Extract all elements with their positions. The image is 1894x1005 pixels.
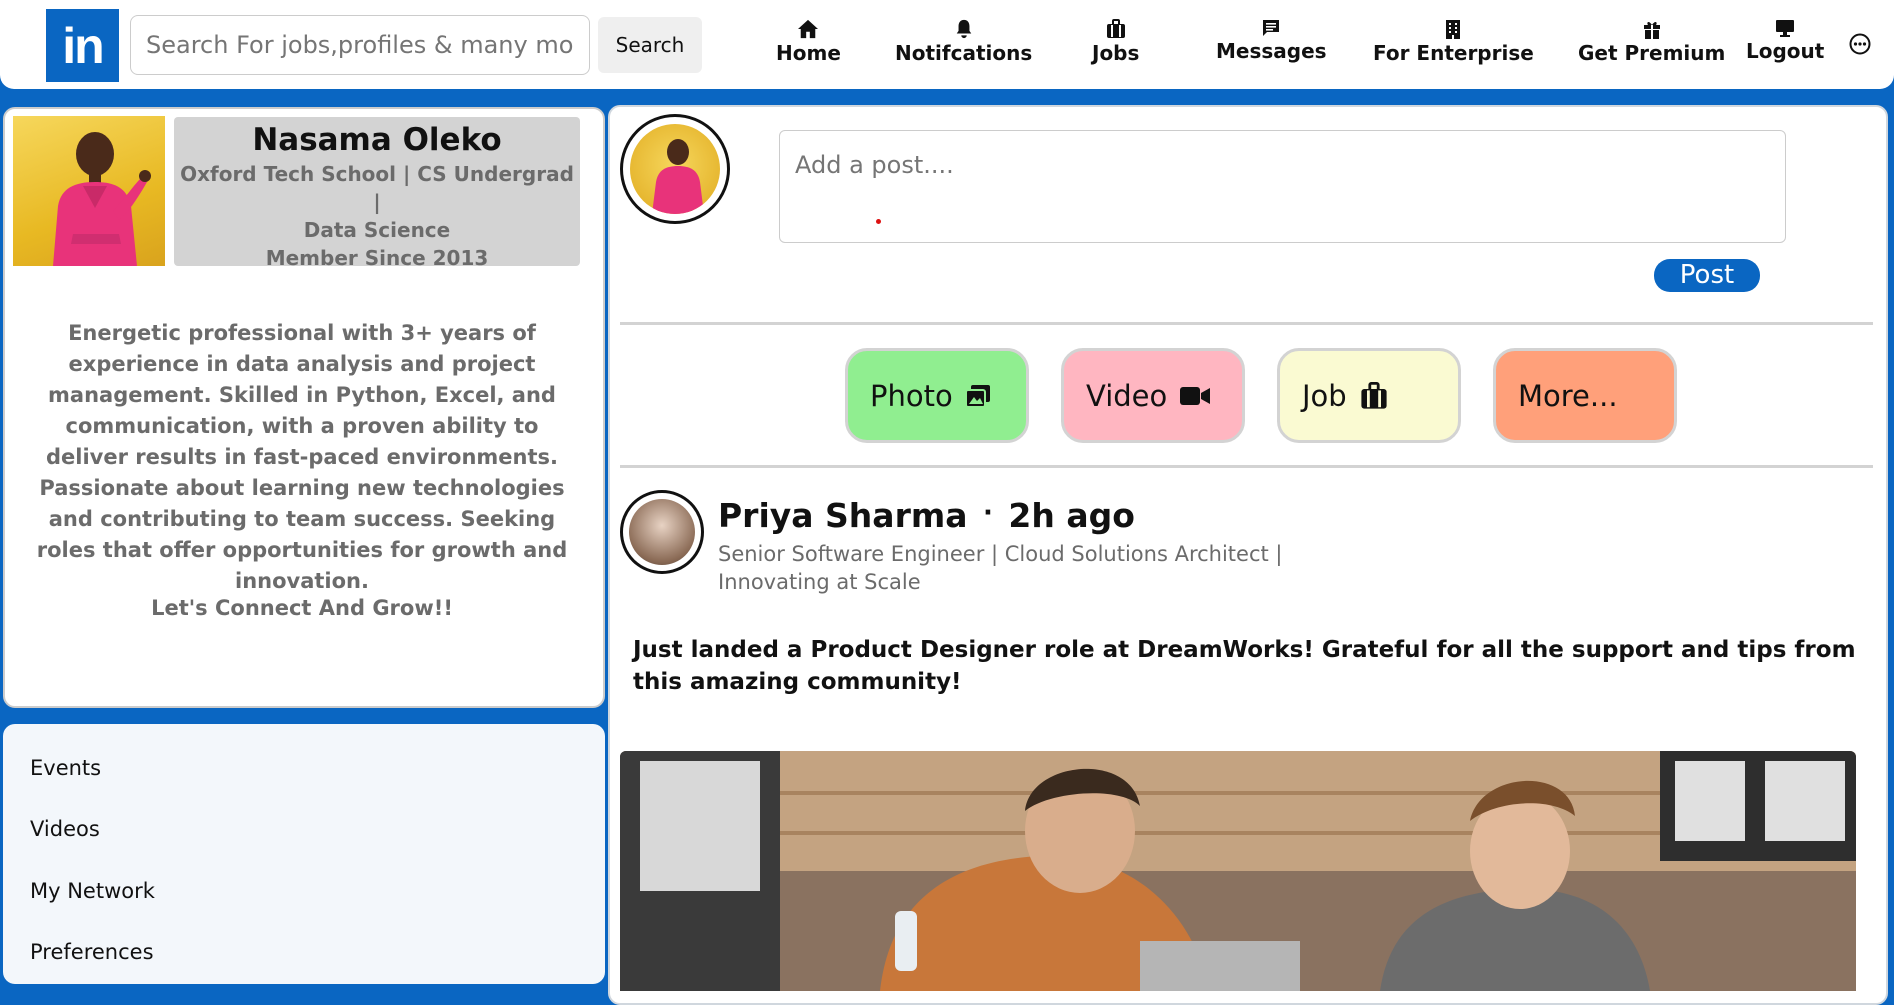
profile-photo[interactable] bbox=[13, 116, 165, 266]
profile-info-box: Nasama Oleko Oxford Tech School | CS Und… bbox=[174, 117, 580, 270]
post-text: Just landed a Product Designer role at D… bbox=[633, 637, 1856, 695]
post-author-name[interactable]: Priya Sharma bbox=[718, 496, 968, 535]
nav-jobs[interactable]: Jobs bbox=[1092, 19, 1139, 65]
nav-notifications-label: Notifcations bbox=[895, 41, 1033, 65]
top-navigation-bar: in Search Home Notifcations Jobs Message… bbox=[0, 0, 1894, 89]
nav-logout[interactable]: Logout bbox=[1746, 19, 1824, 63]
side-menu: Events Videos My Network Preferences bbox=[3, 724, 605, 984]
cursor-indicator bbox=[876, 219, 881, 224]
profile-bio-cta: Let's Connect And Grow!! bbox=[151, 596, 453, 620]
post-button[interactable]: Post bbox=[1654, 259, 1760, 292]
job-button-label: Job bbox=[1302, 378, 1347, 413]
divider-bottom bbox=[620, 465, 1873, 468]
more-button-label: More... bbox=[1518, 378, 1618, 413]
composer-avatar[interactable] bbox=[620, 114, 730, 224]
post-separator: · bbox=[983, 498, 993, 528]
nav-get-premium[interactable]: Get Premium bbox=[1578, 19, 1725, 65]
more-button[interactable]: More... bbox=[1493, 348, 1677, 443]
monitor-icon bbox=[1776, 20, 1795, 37]
post-time: 2h ago bbox=[1008, 496, 1135, 535]
nav-home-label: Home bbox=[776, 41, 841, 65]
home-icon bbox=[798, 19, 819, 39]
nav-for-enterprise[interactable]: For Enterprise bbox=[1373, 19, 1534, 65]
composer-avatar-illustration bbox=[652, 139, 704, 214]
ellipsis-circle-icon[interactable] bbox=[1849, 33, 1871, 55]
menu-item-events[interactable]: Events bbox=[30, 756, 101, 780]
post-author-role: Senior Software Engineer | Cloud Solutio… bbox=[718, 542, 1283, 594]
photo-button-label: Photo bbox=[870, 378, 953, 413]
photo-button[interactable]: Photo bbox=[845, 348, 1029, 443]
nav-jobs-label: Jobs bbox=[1092, 41, 1140, 65]
post-author-avatar[interactable] bbox=[620, 490, 704, 574]
nav-for-enterprise-label: For Enterprise bbox=[1373, 41, 1534, 65]
post-header: Priya Sharma · 2h ago bbox=[718, 496, 1135, 535]
menu-item-videos[interactable]: Videos bbox=[30, 817, 100, 841]
building-icon bbox=[1446, 20, 1461, 39]
job-button[interactable]: Job bbox=[1277, 348, 1461, 443]
gift-icon bbox=[1643, 21, 1660, 39]
nav-get-premium-label: Get Premium bbox=[1578, 41, 1726, 65]
profile-headline-line-1: Oxford Tech School | CS Undergrad | bbox=[180, 162, 574, 214]
profile-member-since: Member Since 2013 bbox=[265, 246, 489, 270]
linkedin-logo[interactable]: in bbox=[46, 9, 119, 82]
image-icon bbox=[964, 384, 990, 408]
profile-bio: Energetic professional with 3+ years of … bbox=[36, 321, 568, 593]
search-input[interactable] bbox=[130, 15, 590, 75]
post-image[interactable] bbox=[620, 751, 1856, 991]
message-icon bbox=[1263, 20, 1280, 36]
post-author-photo bbox=[629, 499, 695, 565]
briefcase-icon bbox=[1106, 19, 1125, 38]
nav-messages-label: Messages bbox=[1216, 39, 1327, 63]
nav-notifications[interactable]: Notifcations bbox=[895, 19, 1032, 65]
post-image-illustration bbox=[620, 751, 1856, 991]
video-button-label: Video bbox=[1086, 378, 1168, 413]
add-post-input[interactable] bbox=[779, 130, 1786, 243]
video-button[interactable]: Video bbox=[1061, 348, 1245, 443]
menu-item-preferences[interactable]: Preferences bbox=[30, 940, 154, 964]
search-button[interactable]: Search bbox=[598, 17, 702, 73]
profile-photo-illustration bbox=[53, 132, 151, 266]
profile-name[interactable]: Nasama Oleko bbox=[174, 122, 580, 158]
briefcase-icon bbox=[1361, 381, 1387, 409]
nav-home[interactable]: Home bbox=[776, 19, 841, 65]
profile-headline-line-2: Data Science bbox=[303, 218, 451, 242]
nav-messages[interactable]: Messages bbox=[1216, 19, 1327, 63]
divider-top bbox=[620, 322, 1873, 325]
nav-logout-label: Logout bbox=[1746, 39, 1825, 63]
bell-icon bbox=[956, 19, 971, 39]
video-camera-icon bbox=[1180, 386, 1211, 405]
menu-item-my-network[interactable]: My Network bbox=[30, 879, 155, 903]
